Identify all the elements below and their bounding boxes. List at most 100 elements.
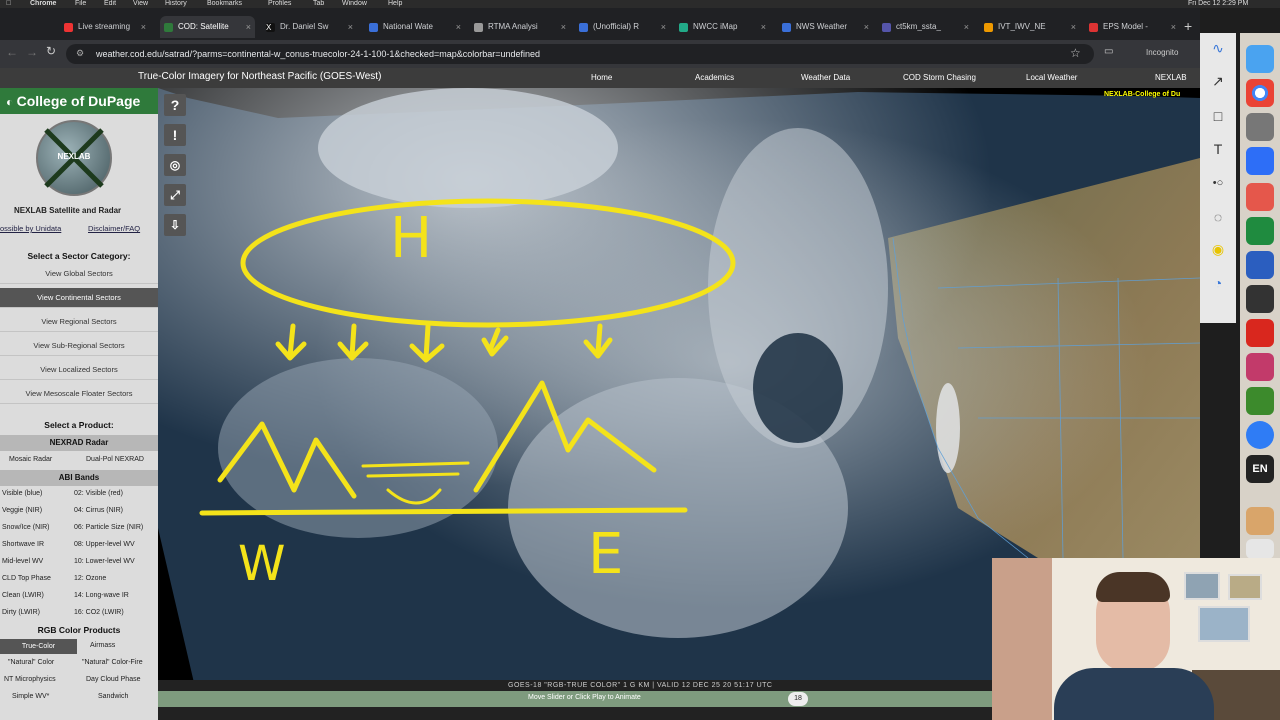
band-02[interactable]: 02: Visible (red) bbox=[74, 490, 123, 497]
menubar-item-tab[interactable]: Tab bbox=[313, 0, 324, 8]
band-12[interactable]: 12: Ozone bbox=[74, 575, 106, 582]
menubar-item-help[interactable]: Help bbox=[388, 0, 402, 8]
dropbox-icon[interactable] bbox=[1246, 147, 1274, 175]
menubar-item-window[interactable]: Window bbox=[342, 0, 367, 8]
menubar-app-name[interactable]: Chrome bbox=[30, 0, 56, 8]
rgb-nt-micro[interactable]: NT Microphysics bbox=[4, 676, 56, 683]
finder-icon[interactable] bbox=[1246, 45, 1274, 73]
apple-icon[interactable]:  bbox=[6, 0, 14, 8]
band-05[interactable]: Snow/Ice (NIR) bbox=[2, 524, 49, 531]
rgb-airmass[interactable]: Airmass bbox=[90, 642, 115, 649]
acrobat-icon[interactable] bbox=[1246, 319, 1274, 347]
excel-icon[interactable] bbox=[1246, 217, 1274, 245]
rgb-simple-wv[interactable]: Simple WV* bbox=[12, 693, 49, 700]
menubar-clock[interactable]: Fri Dec 12 2:29 PM bbox=[1188, 0, 1248, 8]
cod-brand[interactable]: ◐ College of DuPage bbox=[0, 88, 158, 114]
disclaimer-link[interactable]: Disclaimer/FAQ bbox=[88, 224, 140, 233]
app-icon-green[interactable] bbox=[1246, 387, 1274, 415]
nav-weather-data[interactable]: Weather Data bbox=[801, 73, 850, 82]
chrome-icon[interactable] bbox=[1246, 79, 1274, 107]
rgb-natural[interactable]: "Natural" Color bbox=[8, 659, 54, 666]
site-info-icon[interactable]: ⚙ bbox=[76, 48, 88, 60]
messages-icon[interactable] bbox=[1246, 421, 1274, 449]
band-08[interactable]: 08: Upper-level WV bbox=[74, 541, 135, 548]
menubar-item-history[interactable]: History bbox=[165, 0, 187, 8]
bookmark-star-icon[interactable]: ☆ bbox=[1070, 46, 1081, 60]
forward-icon[interactable]: → bbox=[26, 45, 38, 59]
product-mosaic-radar[interactable]: Mosaic Radar bbox=[9, 456, 52, 463]
sector-mesoscale[interactable]: View Mesoscale Floater Sectors bbox=[0, 384, 158, 404]
sector-localized[interactable]: View Localized Sectors bbox=[0, 360, 158, 380]
rectangle-icon[interactable]: □ bbox=[1208, 106, 1228, 126]
tab-nwcc[interactable]: NWCC iMap × bbox=[675, 16, 770, 38]
tab-daniel[interactable]: X Dr. Daniel Sw × bbox=[262, 16, 357, 38]
unidata-link[interactable]: ossible by Unidata bbox=[0, 224, 61, 233]
back-icon[interactable]: ← bbox=[6, 45, 18, 59]
close-icon[interactable]: × bbox=[561, 16, 566, 38]
tab-search-icon[interactable]: ▭ bbox=[1104, 46, 1113, 57]
band-10[interactable]: 10: Lower-level WV bbox=[74, 558, 135, 565]
close-icon[interactable]: × bbox=[348, 16, 353, 38]
nav-academics[interactable]: Academics bbox=[695, 73, 734, 82]
band-01[interactable]: Visible (blue) bbox=[2, 490, 42, 497]
band-09[interactable]: Mid-level WV bbox=[2, 558, 43, 565]
close-icon[interactable]: × bbox=[1071, 16, 1076, 38]
reload-icon[interactable]: ↻ bbox=[46, 44, 56, 58]
text-icon[interactable]: T bbox=[1208, 139, 1228, 159]
nav-local-weather[interactable]: Local Weather bbox=[1026, 73, 1077, 82]
menubar-item-edit[interactable]: Edit bbox=[104, 0, 116, 8]
new-tab-icon[interactable]: + bbox=[1184, 18, 1192, 34]
tab-eps[interactable]: EPS Model - × bbox=[1085, 16, 1180, 38]
toggle-icon[interactable]: •○ bbox=[1208, 173, 1228, 193]
nav-storm-chasing[interactable]: COD Storm Chasing bbox=[903, 73, 976, 82]
band-11[interactable]: CLD Top Phase bbox=[2, 575, 51, 582]
rgb-day-cloud[interactable]: Day Cloud Phase bbox=[86, 676, 140, 683]
pen-icon[interactable]: ∿ bbox=[1208, 38, 1228, 58]
band-04[interactable]: 04: Cirrus (NIR) bbox=[74, 507, 123, 514]
rotate-icon[interactable]: ◌ bbox=[1208, 207, 1228, 227]
tab-unofficial[interactable]: (Unofficial) R × bbox=[575, 16, 670, 38]
tab-live-streaming[interactable]: Live streaming × bbox=[60, 16, 150, 38]
tab-national-water[interactable]: National Wate × bbox=[365, 16, 465, 38]
rgb-truecolor[interactable]: True-Color bbox=[0, 639, 77, 654]
menubar-item-view[interactable]: View bbox=[133, 0, 148, 8]
menubar-item-file[interactable]: File bbox=[75, 0, 86, 8]
close-icon[interactable]: × bbox=[761, 16, 766, 38]
tab-rtma[interactable]: RTMA Analysi × bbox=[470, 16, 570, 38]
app-icon-pink[interactable] bbox=[1246, 353, 1274, 381]
arrow-icon[interactable]: ↗ bbox=[1208, 71, 1228, 91]
sector-regional[interactable]: View Regional Sectors bbox=[0, 312, 158, 332]
menubar-item-profiles[interactable]: Profiles bbox=[268, 0, 291, 8]
sector-subregional[interactable]: View Sub-Regional Sectors bbox=[0, 336, 158, 356]
nav-home[interactable]: Home bbox=[591, 73, 612, 82]
tab-ivt[interactable]: IVT_IWV_NE × bbox=[980, 16, 1080, 38]
band-06[interactable]: 06: Particle Size (NIR) bbox=[74, 524, 143, 531]
band-16[interactable]: 16: CO2 (LWIR) bbox=[74, 609, 124, 616]
tab-nws[interactable]: NWS Weather × bbox=[778, 16, 873, 38]
close-icon[interactable]: × bbox=[1171, 16, 1176, 38]
close-icon[interactable]: × bbox=[661, 16, 666, 38]
close-icon[interactable]: × bbox=[246, 16, 251, 38]
close-icon[interactable]: × bbox=[456, 16, 461, 38]
close-icon[interactable]: × bbox=[964, 16, 969, 38]
close-icon[interactable]: × bbox=[141, 16, 146, 38]
address-bar[interactable]: ⚙ weather.cod.edu/satrad/?parms=continen… bbox=[66, 44, 1094, 64]
rgb-sandwich[interactable]: Sandwich bbox=[98, 693, 128, 700]
sector-continental[interactable]: View Continental Sectors bbox=[0, 288, 158, 308]
menubar-item-bookmarks[interactable]: Bookmarks bbox=[207, 0, 242, 8]
close-icon[interactable]: × bbox=[864, 16, 869, 38]
sector-global[interactable]: View Global Sectors bbox=[0, 264, 158, 284]
highlighter-icon[interactable]: ◉ bbox=[1208, 239, 1228, 259]
band-15[interactable]: Dirty (LWIR) bbox=[2, 609, 40, 616]
input-language-indicator[interactable]: EN bbox=[1246, 455, 1274, 483]
trash-icon[interactable] bbox=[1246, 539, 1274, 559]
settings-icon[interactable] bbox=[1246, 113, 1274, 141]
product-dualpol[interactable]: Dual-Pol NEXRAD bbox=[86, 456, 144, 463]
nav-nexlab[interactable]: NEXLAB bbox=[1155, 73, 1187, 82]
obs-icon[interactable] bbox=[1246, 285, 1274, 313]
word-icon[interactable] bbox=[1246, 251, 1274, 279]
incognito-label[interactable]: Incognito bbox=[1146, 48, 1178, 57]
band-03[interactable]: Veggie (NIR) bbox=[2, 507, 42, 514]
tab-cod-satellite[interactable]: COD: Satellite × bbox=[160, 16, 255, 38]
band-07[interactable]: Shortwave IR bbox=[2, 541, 44, 548]
